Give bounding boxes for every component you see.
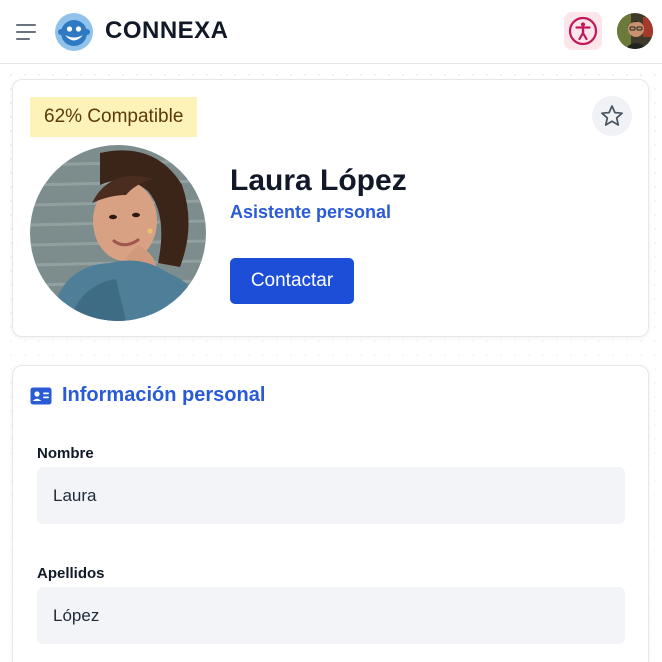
profile-photo-image [30,145,206,321]
id-card-icon [30,387,52,404]
contact-button[interactable]: Contactar [230,258,354,304]
person-role: Asistente personal [230,202,392,222]
first-name-field[interactable]: Laura [37,467,625,524]
menu-button[interactable] [16,20,40,44]
connexa-logo-icon [55,13,93,51]
first-name-label: Nombre [37,445,94,462]
section-title: Información personal [62,384,266,406]
favorite-button[interactable] [592,96,632,136]
star-icon [601,105,623,126]
brand-name: CONNEXA [105,17,229,44]
compatibility-badge: 62% Compatible [30,97,198,137]
last-name-field[interactable]: López [37,587,625,644]
user-avatar[interactable] [617,13,653,49]
accessibility-button[interactable] [564,12,602,50]
person-name: Laura López [230,164,407,197]
top-bar: CONNEXA [0,0,662,64]
last-name-label: Apellidos [37,565,105,582]
section-header: Información personal [30,384,265,407]
accessibility-icon [568,16,598,46]
profile-card: 62% Compatible Laura López Asistente per… [12,79,649,337]
avatar-image [617,13,653,49]
hamburger-icon [16,24,36,26]
profile-photo [30,145,206,321]
app-page: CONNEXA 62% Compatible Laura López Asist… [0,0,662,662]
personal-info-card: Información personal Nombre Laura Apelli… [12,365,649,662]
